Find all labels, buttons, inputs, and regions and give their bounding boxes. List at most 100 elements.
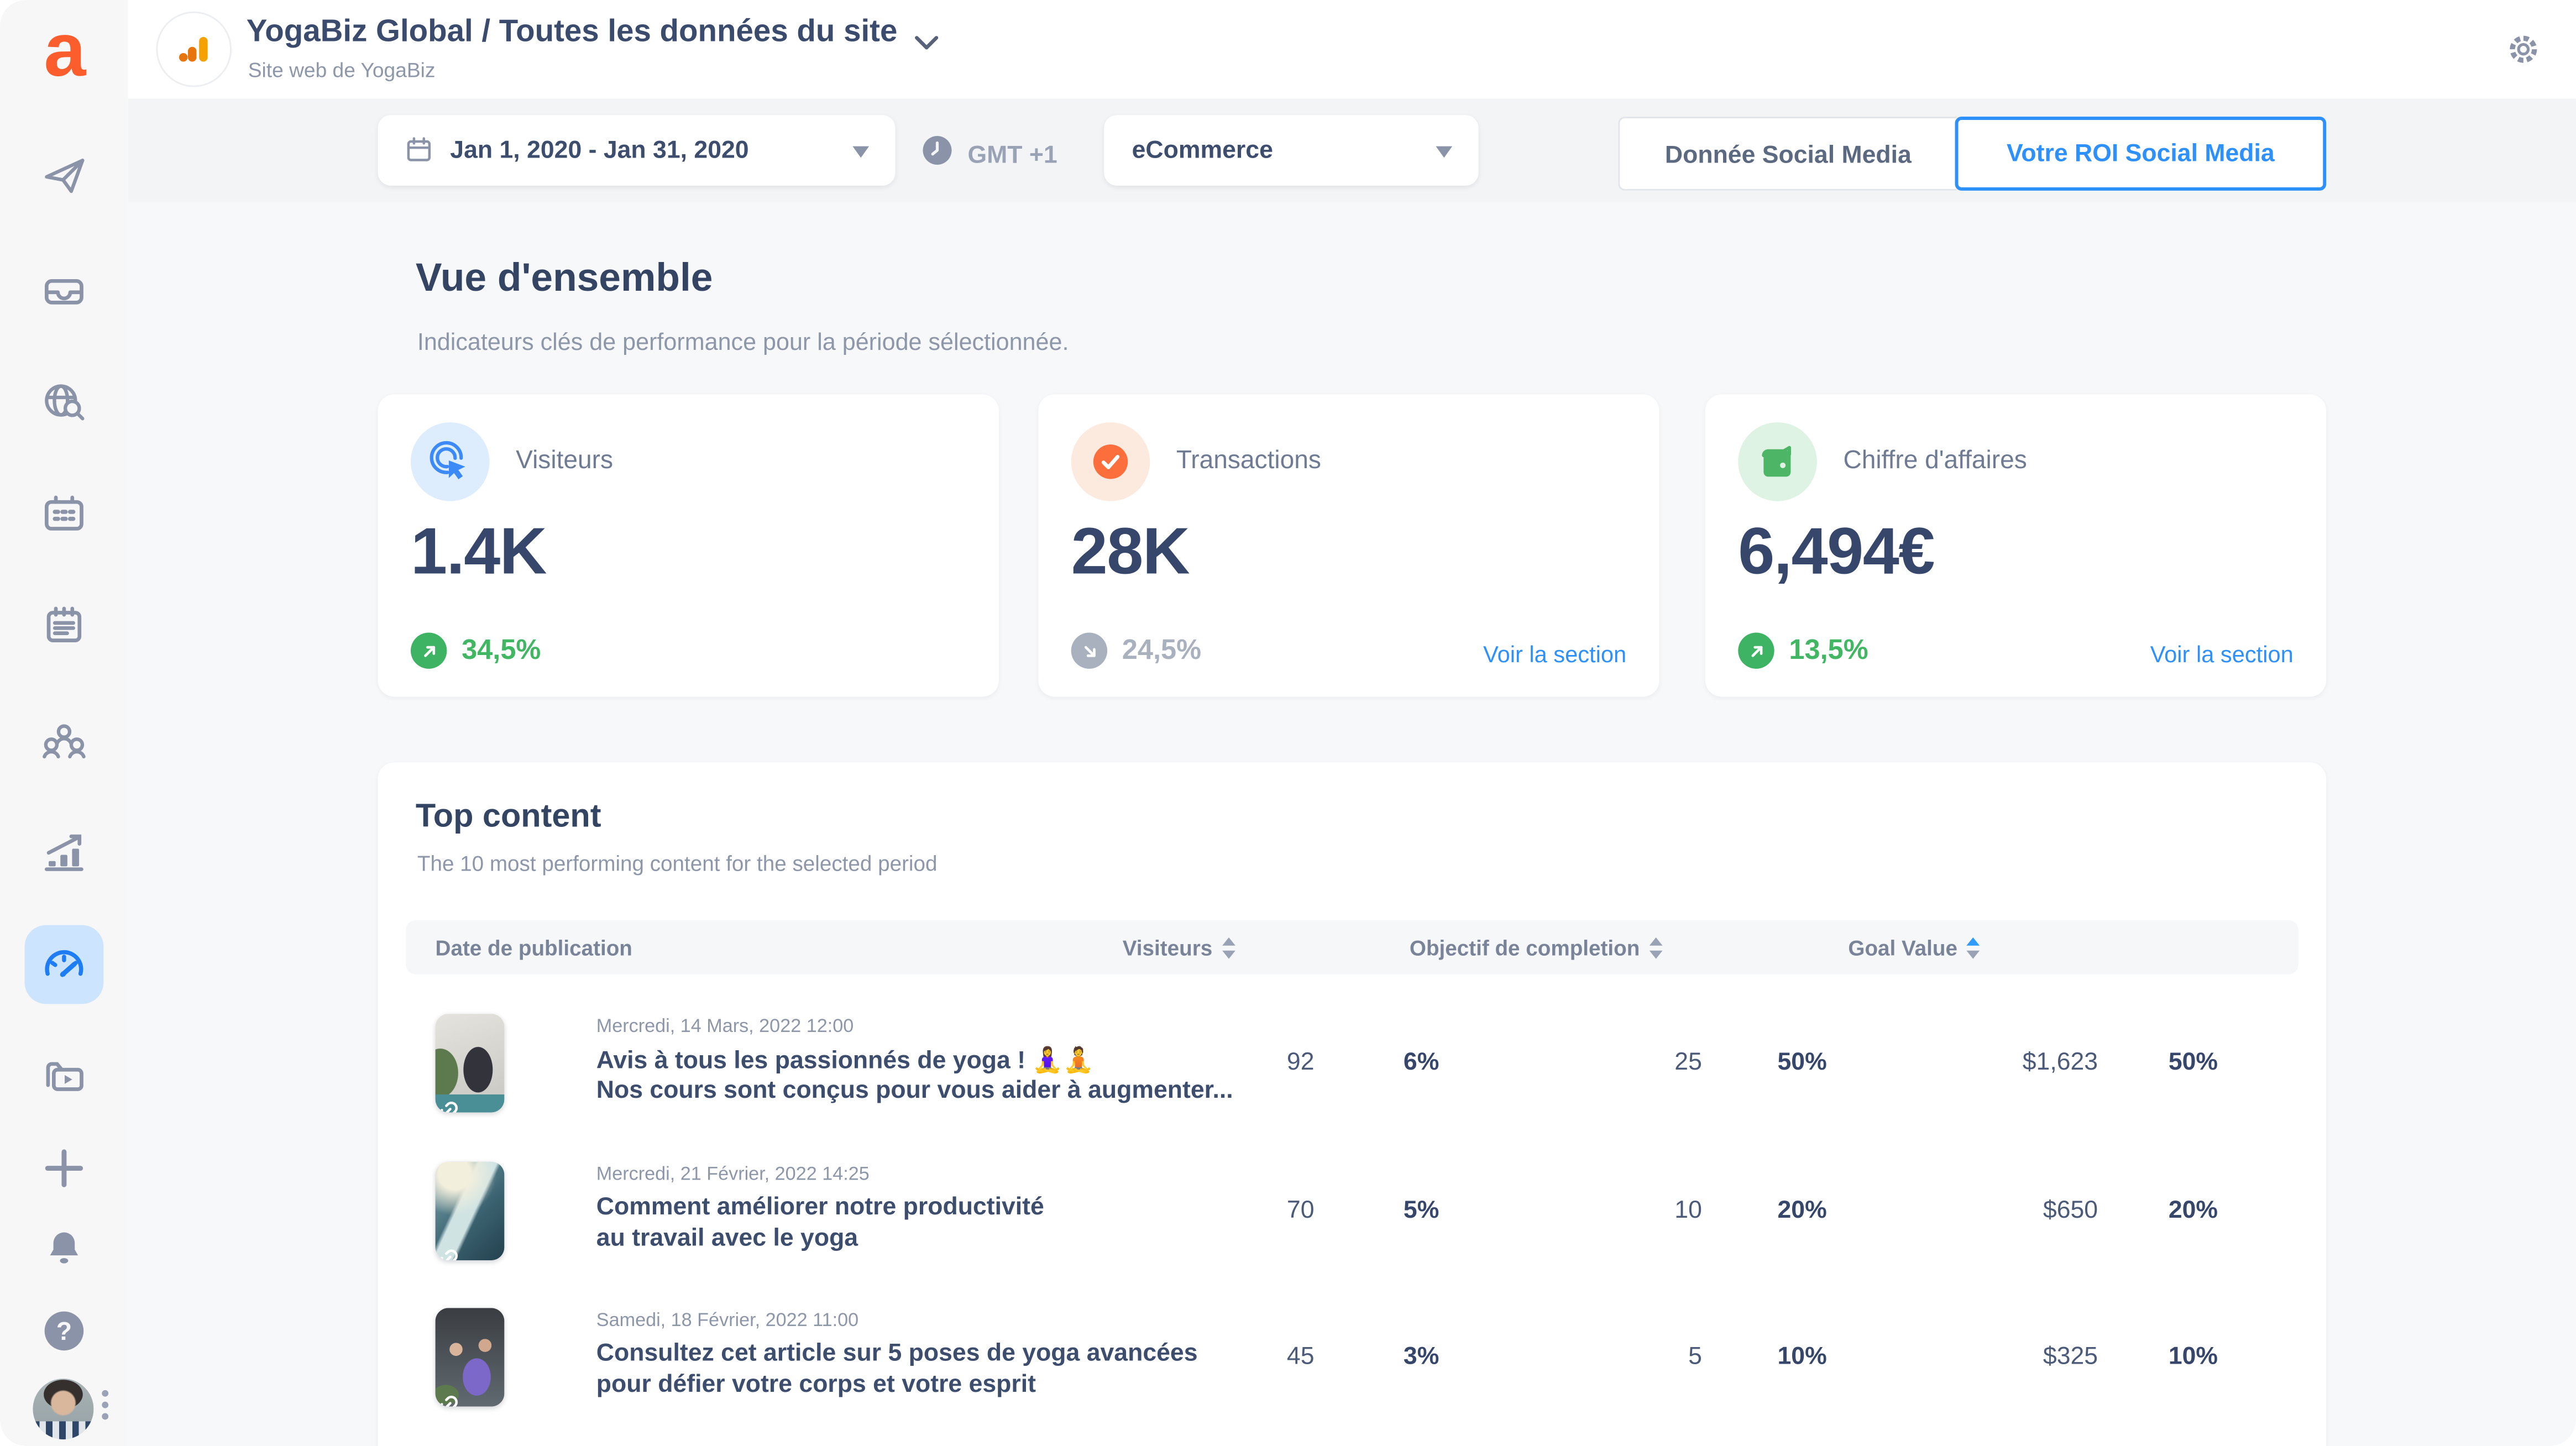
google-analytics-icon [176,31,212,67]
table-row[interactable]: Samedi, 18 Février, 2022 11:00 Consultez… [378,1308,2327,1439]
sidebar-item-create[interactable] [39,1144,88,1193]
link-icon [443,1080,468,1104]
cell-visitors-pct: 6% [1404,1049,1439,1077]
top-content-subtitle: The 10 most performing content for the s… [417,851,938,876]
property-title[interactable]: YogaBiz Global / Toutes les données du s… [247,15,898,51]
post-thumbnail [436,1014,505,1112]
post-title-line1: Avis à tous les passionnés de yoga ! 🧘‍♀… [596,1045,1094,1075]
trend-down-icon [1071,632,1107,668]
sidebar-item-roi-dashboard[interactable] [39,940,88,989]
post-title-line2: Nos cours sont conçus pour vous aider à … [596,1076,1233,1104]
cell-goal-value-pct: 10% [2169,1343,2218,1371]
kpi-delta: 13,5% [1738,632,1868,668]
post-date: Mercredi, 14 Mars, 2022 12:00 [596,1017,854,1037]
segment-selected-value: eCommerce [1132,137,1273,165]
post-date: Samedi, 18 Février, 2022 11:00 [596,1311,858,1331]
header: YogaBiz Global / Toutes les données du s… [128,0,2576,98]
agorapulse-logo: a [0,3,128,95]
table-row[interactable]: Mercredi, 14 Mars, 2022 12:00 Avis à tou… [378,1014,2327,1145]
clock-icon [920,133,954,176]
tab-social-media-data[interactable]: Donnée Social Media [1618,117,1956,191]
post-date: Mercredi, 21 Février, 2022 14:25 [596,1165,870,1185]
cell-goal-completions: 5 [1688,1343,1702,1371]
post-title-line1: Consultez cet article sur 5 poses de yog… [596,1339,1198,1368]
top-content-title: Top content [416,799,601,836]
column-header-goal-completion[interactable]: Objectif de completion [1410,935,1663,960]
kpi-card-visitors: Visiteurs 1.4K 34,5% [378,394,999,696]
cell-goal-value: $325 [2043,1343,2098,1371]
kpi-delta: 34,5% [411,632,541,668]
cell-goal-completions-pct: 20% [1778,1196,1827,1224]
kpi-value: 1.4K [411,516,546,590]
date-range-picker[interactable]: Jan 1, 2020 - Jan 31, 2020 [378,115,896,186]
app-window: a [0,0,2576,1446]
sidebar-item-audience[interactable] [39,716,88,766]
cell-goal-completions-pct: 50% [1778,1049,1827,1077]
trend-up-icon [411,632,447,668]
kpi-value: 28K [1071,516,1190,590]
sort-icon-active-asc [1967,936,1981,958]
paper-plane-icon [39,151,88,200]
avatar-menu-dots[interactable] [102,1390,108,1424]
date-range-value: Jan 1, 2020 - Jan 31, 2020 [450,137,748,165]
sidebar-item-library[interactable] [39,1054,88,1103]
kpi-card-transactions: Transactions 28K 24,5% Voir la section [1038,394,1659,696]
sidebar-item-inbox[interactable] [39,265,88,314]
globe-search-icon [39,378,88,427]
cell-visitors: 45 [1287,1343,1315,1371]
post-title-line2: au travail avec le yoga [596,1224,858,1253]
cell-visitors: 92 [1287,1049,1315,1077]
cell-visitors: 70 [1287,1196,1315,1224]
cell-goal-value: $1,623 [2023,1049,2098,1077]
inbox-icon [39,265,88,314]
gear-icon[interactable] [2505,31,2541,67]
sidebar: a [0,0,128,1446]
segment-select[interactable]: eCommerce [1104,115,1479,186]
table-row[interactable]: Mercredi, 21 Février, 2022 14:25 Comment… [378,1162,2327,1293]
main-column: YogaBiz Global / Toutes les données du s… [128,0,2576,1446]
cell-goal-value: $650 [2043,1196,2098,1224]
check-circle-icon [1071,422,1150,501]
sidebar-item-help[interactable]: ? [39,1306,88,1355]
sort-icon [1650,936,1663,958]
see-section-link[interactable]: Voir la section [2150,641,2294,667]
bar-chart-arrow-icon [39,828,88,877]
click-cursor-icon [411,422,490,501]
tab-social-media-roi[interactable]: Votre ROI Social Media [1955,117,2327,191]
sidebar-item-listening[interactable] [39,378,88,427]
kpi-delta: 24,5% [1071,632,1201,668]
chevron-down-icon [914,25,940,61]
user-avatar[interactable] [33,1379,93,1439]
google-analytics-badge [156,12,232,87]
see-section-link[interactable]: Voir la section [1483,641,1626,667]
sidebar-item-notifications[interactable] [39,1224,88,1274]
kpi-label: Transactions [1176,447,1321,477]
calendar-icon [404,135,433,172]
question-icon: ? [39,1306,88,1355]
sidebar-item-reports[interactable] [39,601,88,651]
cell-visitors-pct: 5% [1404,1196,1439,1224]
link-icon [443,1228,468,1253]
plus-icon [39,1144,88,1193]
cell-goal-value-pct: 20% [2169,1196,2218,1224]
column-header-date: Date de publication [436,935,632,960]
post-title-line2: pour défier votre corps et votre esprit [596,1370,1036,1398]
kpi-label: Chiffre d'affaires [1843,447,2027,477]
trend-up-icon [1738,632,1774,668]
sidebar-item-stats[interactable] [39,828,88,877]
cell-goal-completions: 10 [1674,1196,1702,1224]
bell-icon [39,1224,88,1274]
top-content-card: Top content The 10 most performing conte… [378,762,2327,1446]
column-header-goal-value[interactable]: Goal Value [1848,935,1980,960]
report-icon [39,601,88,651]
column-header-visitors[interactable]: Visiteurs [1123,935,1235,960]
post-thumbnail [436,1162,505,1260]
kpi-card-revenue: Chiffre d'affaires 6,494€ 13,5% Voir la … [1705,394,2326,696]
fans-icon [39,716,88,766]
wallet-icon [1738,422,1817,501]
cell-goal-value-pct: 50% [2169,1049,2218,1077]
sidebar-item-publishing[interactable] [39,151,88,200]
timezone-indicator: GMT +1 [920,133,1057,176]
cell-goal-completions: 25 [1674,1049,1702,1077]
sidebar-item-calendar[interactable] [39,490,88,539]
